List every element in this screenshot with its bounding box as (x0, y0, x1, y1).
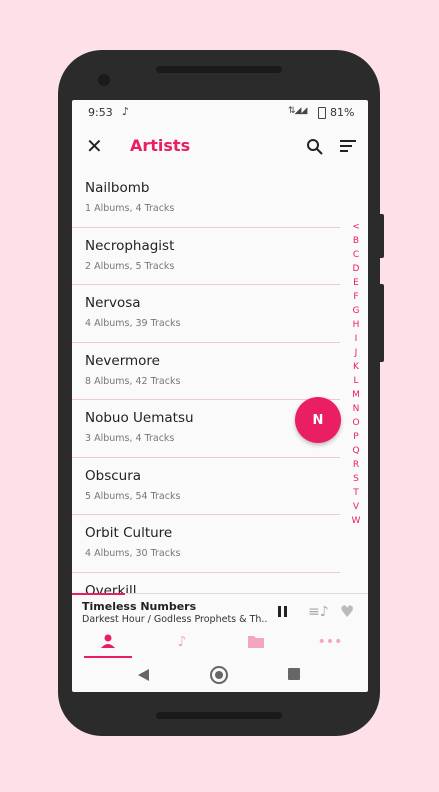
heart-icon[interactable]: ♥ (340, 602, 354, 621)
alphabet-letter[interactable]: N (350, 402, 362, 416)
recent-apps-icon[interactable] (288, 668, 300, 680)
artist-name: Necrophagist (85, 237, 175, 254)
app-bar: ✕ Artists (72, 126, 368, 170)
bottom-nav: ♪ ••• (72, 630, 368, 658)
alphabet-letter[interactable]: S (350, 472, 362, 486)
artist-list: Nailbomb 1 Albums, 4 Tracks Necrophagist… (72, 170, 340, 594)
music-note-icon: ♪ (122, 105, 130, 118)
alphabet-letter[interactable]: H (350, 318, 362, 332)
artist-name: Nevermore (85, 352, 160, 369)
search-icon[interactable] (306, 138, 324, 156)
list-item[interactable]: Nervosa 4 Albums, 39 Tracks (72, 285, 340, 343)
music-note-nav-icon[interactable]: ♪ (158, 634, 206, 658)
list-item[interactable]: Nevermore 8 Albums, 42 Tracks (72, 343, 340, 400)
home-icon[interactable] (210, 666, 228, 684)
alphabet-letter[interactable]: D (350, 262, 362, 276)
volume-button (378, 284, 384, 362)
alphabet-letter[interactable]: L (350, 374, 362, 388)
screen: 9:53 ♪ ⇅◢◢ 81% ✕ Artists Nailbomb 1 Albu… (72, 100, 368, 692)
pause-icon[interactable] (278, 606, 288, 617)
signal-icon: ⇅◢◢ (288, 106, 307, 116)
artist-name: Orbit Culture (85, 525, 173, 541)
artist-meta: 1 Albums, 4 Tracks (85, 203, 175, 214)
alphabet-letter[interactable]: E (350, 276, 362, 290)
alphabet-letter[interactable]: W (350, 514, 362, 528)
alphabet-letter[interactable]: K (350, 360, 362, 374)
status-time: 9:53 (88, 106, 113, 119)
track-title: Timeless Numbers (82, 600, 197, 613)
alphabet-letter[interactable]: P (350, 430, 362, 444)
camera (98, 74, 110, 86)
battery-icon (318, 107, 326, 119)
alphabet-letter[interactable]: J (350, 346, 362, 360)
alphabet-letter[interactable]: Q (350, 444, 362, 458)
system-nav-bar (72, 658, 368, 692)
alphabet-letter[interactable]: I (350, 332, 362, 346)
alphabet-letter[interactable]: M (350, 388, 362, 402)
queue-icon[interactable]: ≡♪ (308, 604, 329, 620)
alphabet-letter[interactable]: O (350, 416, 362, 430)
list-item[interactable]: Obscura 5 Albums, 54 Tracks (72, 458, 340, 515)
list-item[interactable]: Nailbomb 1 Albums, 4 Tracks (72, 170, 340, 228)
mini-player[interactable]: Timeless Numbers Darkest Hour / Godless … (72, 593, 368, 630)
battery-level: 81% (330, 106, 355, 119)
speaker-top (156, 66, 282, 73)
alphabet-index[interactable]: < B C D E F G H I J K L M N O P Q R S T V W (350, 220, 362, 528)
playback-progress (72, 593, 126, 595)
artist-name: Nailbomb (85, 180, 150, 196)
alphabet-letter[interactable]: T (350, 486, 362, 500)
alphabet-letter[interactable]: F (350, 290, 362, 304)
artist-name: Nobuo Uematsu (85, 410, 194, 426)
status-bar: 9:53 ♪ ⇅◢◢ 81% (72, 100, 368, 126)
sort-icon[interactable] (340, 140, 356, 154)
artist-meta: 5 Albums, 54 Tracks (85, 490, 181, 502)
artist-meta: 4 Albums, 39 Tracks (85, 318, 181, 329)
artist-name: Nervosa (85, 295, 141, 311)
scroll-letter-button[interactable]: N (295, 397, 341, 443)
alphabet-letter[interactable]: V (350, 500, 362, 514)
speaker-bottom (156, 712, 282, 719)
alphabet-letter[interactable]: C (350, 248, 362, 262)
alphabet-letter[interactable]: R (350, 458, 362, 472)
artist-meta: 2 Albums, 5 Tracks (85, 260, 175, 272)
track-subtitle: Darkest Hour / Godless Prophets & Th.. (82, 614, 268, 625)
person-icon[interactable] (84, 634, 132, 658)
alphabet-letter[interactable]: < (350, 220, 362, 234)
artist-meta: 3 Albums, 4 Tracks (85, 433, 175, 444)
list-item[interactable]: Necrophagist 2 Albums, 5 Tracks (72, 228, 340, 285)
folder-icon[interactable] (232, 634, 280, 658)
list-item[interactable]: Orbit Culture 4 Albums, 30 Tracks (72, 515, 340, 573)
close-icon[interactable]: ✕ (86, 136, 103, 156)
artist-meta: 8 Albums, 42 Tracks (85, 375, 181, 387)
more-icon[interactable]: ••• (306, 634, 354, 658)
page-title: Artists (130, 136, 191, 155)
list-item[interactable]: Overkill (72, 573, 340, 595)
back-icon[interactable] (138, 669, 149, 681)
artist-meta: 4 Albums, 30 Tracks (85, 548, 181, 559)
power-button (378, 214, 384, 258)
alphabet-letter[interactable]: G (350, 304, 362, 318)
alphabet-letter[interactable]: B (350, 234, 362, 248)
artist-name: Obscura (85, 467, 142, 484)
